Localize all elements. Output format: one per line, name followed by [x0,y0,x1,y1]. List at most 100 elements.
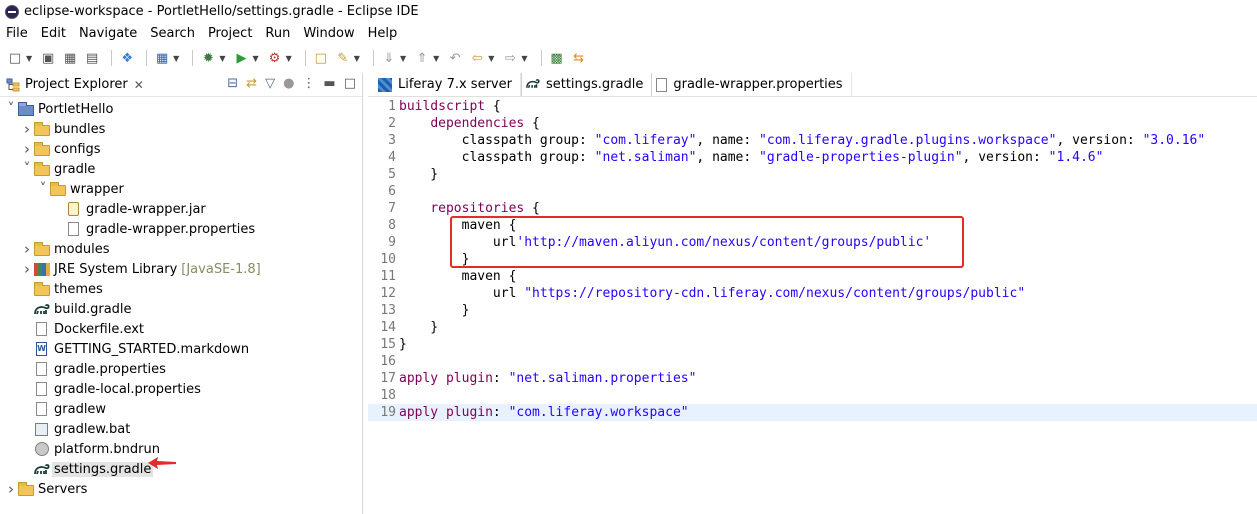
minimize-icon[interactable]: ▬ [323,76,335,91]
code-line[interactable]: 18 [368,387,1257,404]
new-icon[interactable]: □ [6,49,24,67]
editor-tab[interactable]: Liferay 7.x server [374,73,521,96]
menu-run[interactable]: Run [265,26,290,41]
tree-item[interactable]: ˅ PortletHello [0,99,362,119]
menu-window[interactable]: Window [303,26,354,41]
code-line[interactable]: 5 } [368,166,1257,183]
tree-item[interactable]: Dockerfile.ext [0,319,362,339]
run-icon[interactable]: ▶ [232,49,250,67]
run-dropdown-icon[interactable]: ▼ [252,54,258,63]
menu-search[interactable]: Search [150,26,195,41]
focus-icon[interactable]: ● [283,76,294,91]
liferay-icon [378,77,392,92]
back-icon[interactable]: ⇦ [468,49,486,67]
pen-dropdown-icon[interactable]: ▼ [354,54,360,63]
code-line[interactable]: 6 [368,183,1257,200]
chevron-right-icon[interactable]: › [20,140,34,158]
maximize-icon[interactable]: □ [344,76,356,91]
forward-dropdown-icon[interactable]: ▼ [521,54,527,63]
tree-item[interactable]: gradle-wrapper.properties [0,219,362,239]
previous-annotation-icon[interactable]: ⇑ [413,49,431,67]
code-editor[interactable]: 1 buildscript {2 dependencies {3 classpat… [368,98,1257,514]
debug-dropdown-icon[interactable]: ▼ [219,54,225,63]
tree-item[interactable]: › modules [0,239,362,259]
code-token: , version: [962,150,1049,165]
skip-breakpoints-icon[interactable]: ❖ [118,49,136,67]
last-edit-icon[interactable]: ↶ [446,49,464,67]
link-with-editor-icon[interactable]: ⇄ [246,76,257,91]
open-perspective-icon[interactable]: ▩ [548,49,566,67]
tree-item[interactable]: gradle-wrapper.jar [0,199,362,219]
tree-item[interactable]: ˅ wrapper [0,179,362,199]
next-annotation-icon[interactable]: ⇓ [380,49,398,67]
close-view-icon[interactable]: ✕ [134,78,144,92]
code-line[interactable]: 3 classpath group: "com.liferay", name: … [368,132,1257,149]
open-folder-icon[interactable]: □ [312,49,330,67]
chevron-right-icon[interactable]: › [4,480,18,498]
code-line[interactable]: 16 [368,353,1257,370]
code-text: } [399,336,407,353]
next-annotation-dropdown-icon[interactable]: ▼ [400,54,406,63]
code-line[interactable]: 15} [368,336,1257,353]
code-line[interactable]: 7 repositories { [368,200,1257,217]
code-line[interactable]: 12 url "https://repository-cdn.liferay.c… [368,285,1257,302]
chevron-right-icon[interactable]: › [20,120,34,138]
back-dropdown-icon[interactable]: ▼ [488,54,494,63]
tree-item[interactable]: › Servers [0,479,362,499]
previous-annotation-dropdown-icon[interactable]: ▼ [433,54,439,63]
code-line[interactable]: 19 apply plugin: "com.liferay.workspace" [368,404,1257,421]
code-line[interactable]: 4 classpath group: "net.saliman", name: … [368,149,1257,166]
tree-item[interactable]: W GETTING_STARTED.markdown [0,339,362,359]
menu-navigate[interactable]: Navigate [79,26,137,41]
tree-item[interactable]: › JRE System Library [JavaSE-1.8] [0,259,362,279]
project-explorer-tab[interactable]: Project Explorer ✕ ⊟ ⇄ ▽ ● ⋮ ▬ □ [0,73,362,97]
line-number: 15 [380,337,396,352]
tree-item[interactable]: gradle.properties [0,359,362,379]
tree-item[interactable]: › bundles [0,119,362,139]
filter-icon[interactable]: ▽ [265,76,275,91]
tree-item[interactable]: gradlew [0,399,362,419]
code-text: apply plugin: "com.liferay.workspace" [399,404,689,421]
tree-item[interactable]: gradlew.bat [0,419,362,439]
chevron-down-icon[interactable]: ˅ [4,101,18,117]
menu-project[interactable]: Project [208,26,252,41]
chevron-down-icon[interactable]: ˅ [20,161,34,177]
external-tools-icon[interactable]: ⚙ [266,49,284,67]
view-menu-icon[interactable]: ⋮ [302,76,315,91]
code-line[interactable]: 14 } [368,319,1257,336]
code-line[interactable]: 2 dependencies { [368,115,1257,132]
tree-item[interactable]: ˅ gradle [0,159,362,179]
save-all-icon[interactable]: ▦ [61,49,79,67]
menu-file[interactable]: File [6,26,28,41]
tree-item[interactable]: platform.bndrun [0,439,362,459]
print-icon[interactable]: ▤ [83,49,101,67]
code-line[interactable]: 13 } [368,302,1257,319]
tree-item[interactable]: settings.gradle [0,459,362,479]
tree-item[interactable]: build.gradle [0,299,362,319]
collapse-all-icon[interactable]: ⊟ [227,76,238,91]
chevron-right-icon[interactable]: › [20,260,34,278]
tree-item[interactable]: › configs [0,139,362,159]
code-line[interactable]: 1 buildscript { [368,98,1257,115]
forward-icon[interactable]: ⇨ [501,49,519,67]
tree-item[interactable]: gradle-local.properties [0,379,362,399]
code-token: maven { [399,269,517,284]
menu-edit[interactable]: Edit [41,26,66,41]
editor-tab[interactable]: gradle-wrapper.properties [652,73,852,96]
chevron-right-icon[interactable]: › [20,240,34,258]
code-line[interactable]: 11 maven { [368,268,1257,285]
perspective-dropdown-icon[interactable]: ▼ [173,54,179,63]
toolbar-separator [304,50,306,66]
new-dropdown-icon[interactable]: ▼ [26,54,32,63]
debug-icon[interactable]: ✹ [199,49,217,67]
chevron-down-icon[interactable]: ˅ [36,181,50,197]
menu-help[interactable]: Help [368,26,398,41]
external-tools-dropdown-icon[interactable]: ▼ [286,54,292,63]
code-line[interactable]: 17 apply plugin: "net.saliman.properties" [368,370,1257,387]
editor-tab[interactable]: settings.gradle [520,73,653,96]
tree-item[interactable]: themes [0,279,362,299]
pen-icon[interactable]: ✎ [334,49,352,67]
sync-icon[interactable]: ⇆ [570,49,588,67]
perspective-icon[interactable]: ▦ [153,49,171,67]
save-icon[interactable]: ▣ [39,49,57,67]
